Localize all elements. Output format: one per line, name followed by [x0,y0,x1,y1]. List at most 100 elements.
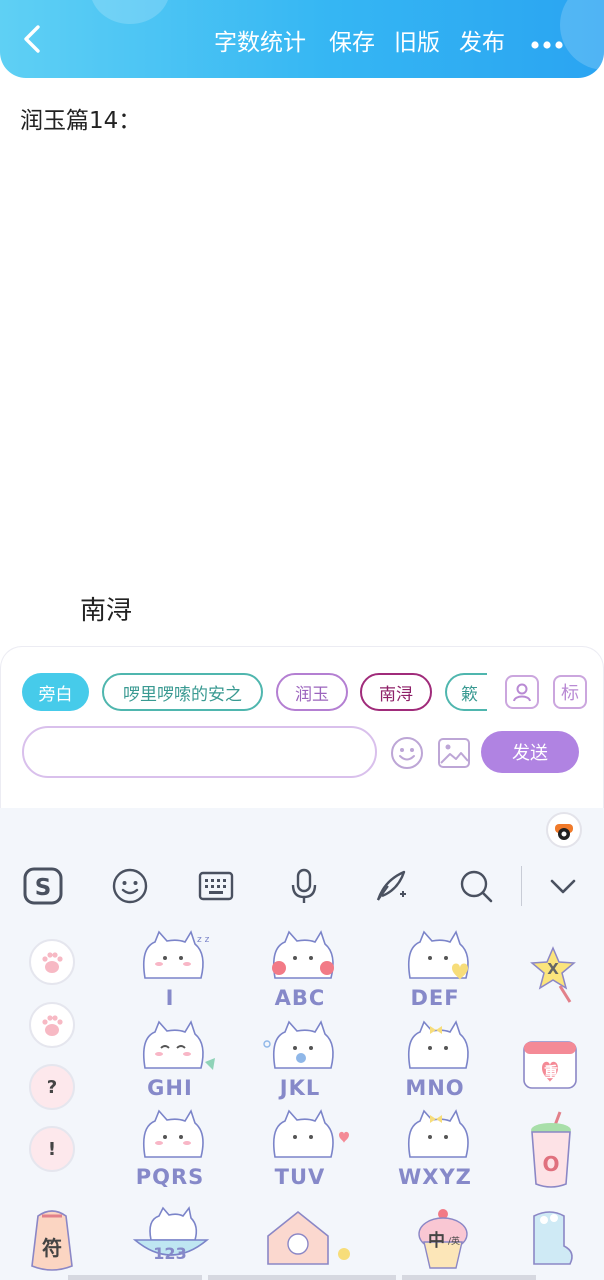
image-button[interactable] [436,735,472,771]
voice-input-button[interactable] [282,864,326,908]
old-version-button[interactable]: 旧版 [394,28,440,58]
paw-key[interactable] [29,1002,75,1048]
chevron-down-icon [550,879,576,894]
toolbar-divider [521,866,522,906]
keyboard-layout-button[interactable] [194,864,238,908]
smiley-icon [391,737,423,769]
tag-button-label: 标 [561,683,579,704]
scroll-indicator [208,1275,396,1280]
key-o-label: O [542,1152,560,1176]
header-decoration [90,0,170,24]
svg-text:z z: z z [197,935,210,945]
key-6-mno[interactable]: MNO [380,1018,490,1104]
symbol-key[interactable]: 符 [24,1202,80,1274]
back-button[interactable] [16,22,50,56]
cat-love-icon [272,1109,349,1158]
key-o[interactable]: O [524,1110,578,1190]
key-x-label: X [547,960,559,978]
cat-bow-icon [407,1109,469,1158]
paw-key[interactable] [29,939,75,985]
key-5-jkl[interactable]: JKL [245,1018,355,1104]
chip-character-anzhi[interactable]: 啰里啰嗦的安之 [102,673,263,711]
chip-character-partial[interactable]: 簌 [445,673,487,711]
key-label: MNO [405,1076,465,1100]
paw-key-exclamation[interactable]: ! [29,1126,75,1172]
scroll-indicator [68,1275,202,1280]
emoji-button[interactable] [389,735,425,771]
key-3-def[interactable]: DEF [380,928,490,1014]
sogou-logo-icon: S [23,867,63,905]
space-key[interactable] [248,1206,364,1270]
publish-button[interactable]: 发布 [459,28,505,58]
more-button[interactable] [530,28,566,58]
number-key[interactable]: 123 [115,1200,225,1275]
handwriting-button[interactable] [368,864,412,908]
key-label: 123 [153,1244,187,1263]
image-icon [438,738,470,768]
paw-icon [42,952,63,973]
search-icon [460,870,493,903]
sogou-logo-button[interactable]: S [21,864,65,908]
key-2-abc[interactable]: ABC [245,928,355,1014]
paw-key-label: ? [46,1076,58,1098]
chinese-english-key[interactable]: 中 /英 [412,1206,474,1272]
key-heavy[interactable]: 重 [518,1032,588,1094]
chinese-key-label: 中 [428,1231,445,1251]
chip-narration[interactable]: 旁白 [22,673,89,711]
collapse-keyboard-button[interactable] [541,864,585,908]
chip-character-runyu[interactable]: 润玉 [276,673,348,711]
send-button[interactable]: 发送 [481,731,579,773]
cat-strawberry-icon [272,930,334,979]
key-heavy-label: 重 [544,1065,558,1081]
paw-key-label: ! [47,1138,57,1160]
character-manage-button[interactable] [505,675,539,709]
english-key-label: /英 [448,1237,461,1247]
paw-key-question[interactable]: ? [29,1064,75,1110]
chapter-title[interactable]: 润玉篇14： [20,101,141,135]
word-count-button[interactable]: 字数统计 [214,28,306,58]
key-label: I [165,986,175,1010]
key-label: PQRS [135,1165,205,1189]
key-label: TUV [274,1165,326,1189]
key-7-pqrs[interactable]: PQRS [115,1107,225,1193]
more-dots-icon [531,41,563,49]
chip-label: 南浔 [379,684,413,705]
sock-icon [533,1211,573,1265]
keyboard-mascot-button[interactable] [546,812,582,848]
chip-character-nanxun[interactable]: 南浔 [360,673,432,711]
person-icon [513,683,531,702]
chip-label: 啰里啰嗦的安之 [123,684,242,705]
microphone-icon [291,868,317,903]
svg-text:S: S [35,875,52,901]
key-4-ghi[interactable]: GHI [115,1018,225,1104]
header-decoration [560,0,604,70]
tag-button[interactable]: 标 [553,675,587,709]
cat-heart-icon [407,930,469,980]
chip-label: 簌 [461,684,478,705]
key-label: WXYZ [398,1165,472,1189]
chip-label: 润玉 [295,684,329,705]
key-label: DEF [410,986,460,1010]
smiley-icon [112,868,148,904]
save-button[interactable]: 保存 [329,28,375,58]
symbol-key-label: 符 [42,1236,62,1260]
paw-icon [42,1015,63,1036]
key-9-wxyz[interactable]: WXYZ [380,1107,490,1193]
keyboard-icon [198,871,234,901]
top-bar: 字数统计 保存 旧版 发布 [0,0,604,78]
quill-icon [376,870,406,901]
key-x[interactable]: X [520,942,586,1004]
drink-cup-icon [531,1111,571,1188]
enter-key[interactable] [520,1206,582,1272]
dialogue-speaker-name[interactable]: 南浔 [80,590,132,627]
key-1[interactable]: z z I [115,928,225,1014]
cat-bubbles-icon [263,1020,334,1069]
mascot-icon [555,824,573,840]
message-input[interactable] [22,726,377,778]
keyboard-search-button[interactable] [454,864,498,908]
emoji-keyboard-button[interactable] [108,864,152,908]
key-8-tuv[interactable]: TUV [245,1107,355,1193]
cat-sleep-icon: z z [142,930,210,979]
cat-happy-icon [142,1020,215,1070]
send-label: 发送 [512,743,548,764]
